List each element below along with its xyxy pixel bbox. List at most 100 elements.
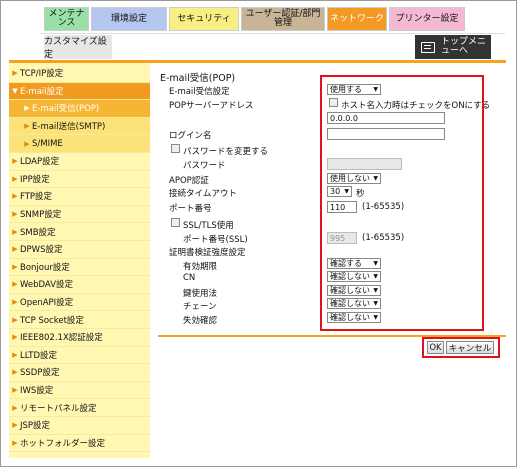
login-label: ログイン名 [169,131,212,141]
arrow-right-icon: ▶ [12,298,18,307]
top-menu-button[interactable]: トップメニューへ [415,35,491,59]
arrow-right-icon: ▶ [12,210,18,219]
sidebar-item-remote-panel[interactable]: ▶ リモートパネル設定 [9,399,150,417]
arrow-right-icon: ▶ [12,386,18,395]
arrow-right-icon: ▶ [12,157,18,166]
ssl-checkbox[interactable] [171,218,180,227]
sidebar-item-hot-folder[interactable]: ▶ ホットフォルダー設定 [9,435,150,453]
sidebar-item-email[interactable]: ▼ E-mail設定 [9,82,150,101]
sidebar-item-label: WebDAV設定 [20,280,74,291]
page-title: E-mail受信(POP) [160,73,236,84]
tab-label: セキュリティ [177,13,231,24]
change-password-checkbox[interactable] [171,144,180,153]
apop-label: APOP認証 [169,176,209,186]
arrow-right-icon: ▶ [12,350,18,359]
sidebar-item-email-smtp[interactable]: ▶ E-mail送信(SMTP) [9,117,150,136]
sidebar-item-label: S/MIME [32,138,63,149]
arrow-right-icon: ▶ [12,192,18,201]
sidebar-item-label: TCP Socket設定 [20,315,84,326]
sidebar-item-label: ホットフォルダー設定 [20,438,106,449]
ok-button[interactable]: OK [427,341,444,354]
sidebar-item-label: SMB設定 [20,227,56,238]
tab-network[interactable]: ネットワーク [327,7,387,31]
sidebar-item-jsp[interactable]: ▶ JSP設定 [9,417,150,435]
sidebar-item-label: TCP/IP設定 [20,69,64,80]
password-label: パスワード [183,161,226,171]
arrow-right-icon: ▶ [12,280,18,289]
sidebar-item-ftp[interactable]: ▶ FTP設定 [9,188,150,206]
arrow-down-icon: ▼ [12,86,18,95]
cancel-button[interactable]: キャンセル [446,341,494,354]
arrow-right-icon: ▶ [12,333,18,342]
arrow-right-icon: ▶ [12,368,18,377]
sidebar-item-label: E-mail受信(POP) [32,104,100,115]
sidebar-item-openapi[interactable]: ▶ OpenAPI設定 [9,294,150,312]
sidebar-item-ipp[interactable]: ▶ IPP設定 [9,171,150,189]
arrow-right-icon: ▶ [12,403,18,412]
sidebar-item-bonjour[interactable]: ▶ Bonjour設定 [9,259,150,277]
arrow-right-icon: ▶ [24,104,30,113]
sidebar-item-smb[interactable]: ▶ SMB設定 [9,223,150,241]
sidebar-item-label: FTP設定 [20,192,53,203]
change-password-label: パスワードを変更する [183,147,269,157]
pop-server-label: POPサーバーアドレス [169,101,254,111]
ssl-port-label: ポート番号(SSL) [183,235,248,245]
sidebar-item-label: E-mail設定 [20,86,64,97]
sidebar-item-label: DPWS設定 [20,245,63,256]
timeout-label: 接続タイムアウト [169,189,237,199]
highlight-box-settings [320,75,484,331]
arrow-right-icon: ▶ [12,69,18,78]
port-label: ポート番号 [169,204,212,214]
sidebar-item-email-pop[interactable]: ▶ E-mail受信(POP) [9,100,150,118]
sidebar-item-snmp[interactable]: ▶ SNMP設定 [9,206,150,224]
email-recv-label: E-mail受信設定 [169,87,230,97]
sidebar-item-label: OpenAPI設定 [20,298,74,309]
expiry-check-label: 失効確認 [183,316,218,326]
sidebar-item-label: SSDP設定 [20,368,60,379]
sidebar-item-label: JSP設定 [20,421,51,432]
cn-label: CN [183,273,196,283]
tab-label: カスタマイズ設定 [44,37,107,60]
tab-label: メンテナンス [48,9,85,28]
arrow-right-icon: ▶ [12,227,18,236]
validity-label: 有効期限 [183,262,218,272]
sidebar-item-label: SNMP設定 [20,210,62,221]
tab-label: プリンター設定 [395,13,459,24]
arrow-right-icon: ▶ [12,438,18,447]
tab-environment[interactable]: 環境設定 [91,7,167,31]
sidebar-item-label: E-mail送信(SMTP) [32,122,106,133]
menu-icon [421,41,435,53]
sidebar-item-iws[interactable]: ▶ IWS設定 [9,382,150,400]
sidebar-item-label: IPP設定 [20,174,50,185]
tab-label: 環境設定 [110,13,147,24]
chain-label: チェーン [183,302,217,312]
sidebar-item-tcp-socket[interactable]: ▶ TCP Socket設定 [9,311,150,329]
sidebar-item-webdav[interactable]: ▶ WebDAV設定 [9,276,150,294]
ssl-label: SSL/TLS使用 [183,221,234,231]
sidebar-item-lltd[interactable]: ▶ LLTD設定 [9,347,150,365]
tab-label: ユーザー認証/部門 管理 [246,10,321,28]
sidebar-item-smime[interactable]: ▶ S/MIME [9,135,150,153]
sidebar: ▶ TCP/IP設定 ▼ E-mail設定 ▶ E-mail受信(POP) ▶ E-ma… [9,63,150,458]
sidebar-item-label: Bonjour設定 [20,262,70,273]
arrow-right-icon: ▶ [12,245,18,254]
sidebar-item-ssdp[interactable]: ▶ SSDP設定 [9,364,150,382]
tab-label: ネットワーク [329,13,384,24]
tab-user-auth[interactable]: ユーザー認証/部門 管理 [241,7,325,31]
sidebar-item-tcpip[interactable]: ▶ TCP/IP設定 [9,65,150,83]
key-usage-label: 鍵使用法 [183,289,218,299]
tab-label-line2: 管理 [273,18,292,28]
sidebar-item-label: リモートパネル設定 [20,403,97,414]
arrow-right-icon: ▶ [12,262,18,271]
arrow-right-icon: ▶ [24,139,30,148]
tab-security[interactable]: セキュリティ [169,7,239,31]
sidebar-item-label: IEEE802.1X認証設定 [20,333,103,344]
tab-printer[interactable]: プリンター設定 [389,7,465,31]
sidebar-item-label: LLTD設定 [20,350,58,361]
sidebar-item-ieee8021x[interactable]: ▶ IEEE802.1X認証設定 [9,329,150,347]
sidebar-item-ldap[interactable]: ▶ LDAP設定 [9,153,150,171]
cert-verify-label: 証明書検証強度設定 [169,248,246,258]
tab-customize[interactable]: カスタマイズ設定 [44,35,112,60]
sidebar-item-dpws[interactable]: ▶ DPWS設定 [9,241,150,259]
tab-maintenance[interactable]: メンテナンス [44,7,89,31]
